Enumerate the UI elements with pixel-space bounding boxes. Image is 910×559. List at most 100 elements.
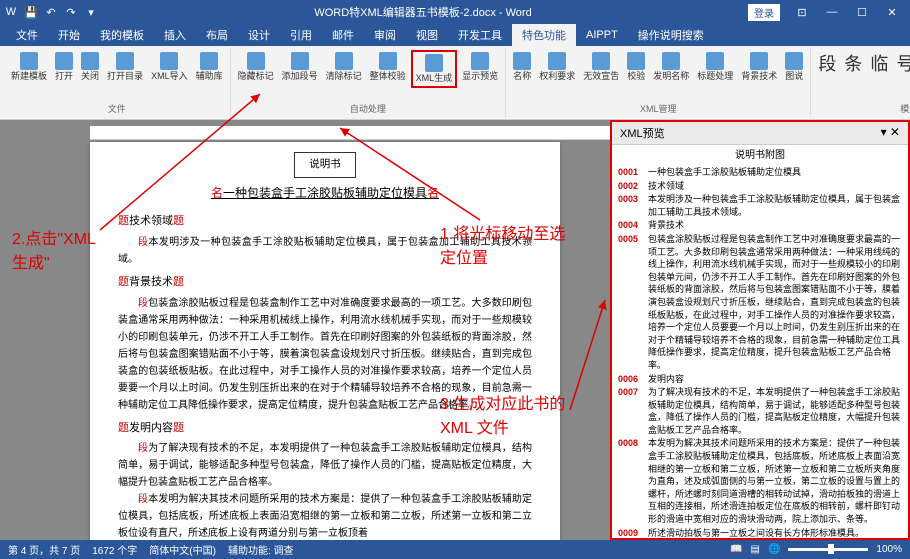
tab-6[interactable]: 引用 [280,24,322,46]
xml-line-num: 0005 [618,233,648,372]
status-words[interactable]: 1672 个字 [92,542,137,557]
xml-line-text: 为了解决现有技术的不足，本发明提供了一种包装盒手工涂胶贴板辅助定位模具，结构简单… [648,386,902,436]
section-heading: 题技术领域题 [118,211,532,232]
ribbon-char[interactable]: 号 [893,50,910,76]
section-heading: 题发明内容题 [118,418,532,439]
view-web-icon[interactable]: 🌐 [768,544,780,555]
ribbon-btn-1-5[interactable]: 显示预览 [459,50,501,84]
ribbon-btn-2-4[interactable]: 发明名称 [650,50,692,84]
ribbon-btn-2-2[interactable]: 无效宣告 [580,50,622,84]
paragraph: 段为了解决现有技术的不足，本发明提供了一种包装盒手工涂胶贴板辅助定位模具，结构简… [118,440,532,491]
ribbon-btn-2-5[interactable]: 标题处理 [694,50,736,84]
xml-doc-title: 说明书附图 [618,149,902,163]
xml-line-text: 包装盒涂胶贴板过程是包装盒制作工艺中对准确度要求最高的一项工艺。大多数印刷包装盒… [648,233,902,372]
ribbon-btn-0-2[interactable]: 关闭 [78,50,102,84]
status-lang[interactable]: 简体中文(中国) [149,542,216,557]
tab-8[interactable]: 审阅 [364,24,406,46]
ribbon-char[interactable]: 临 [867,50,891,76]
ribbon-options-icon[interactable]: ⊡ [788,2,816,22]
document-page[interactable]: 说明书 名一种包装盒手工涂胶贴板辅助定位模具名 题技术领域题段本发明涉及一种包装… [90,142,560,540]
ribbon-group-label: 文件 [8,102,226,115]
xml-line: 0005包装盒涂胶贴板过程是包装盒制作工艺中对准确度要求最高的一项工艺。大多数印… [618,233,902,372]
xml-line-text: 技术领域 [648,180,902,193]
tab-11[interactable]: 特色功能 [512,24,576,46]
tab-2[interactable]: 我的模板 [90,24,154,46]
ribbon-btn-1-1[interactable]: 添加段号 [279,50,321,84]
ribbon-char[interactable]: 段 [815,50,839,76]
ribbon-btn-label: 权利要求 [539,72,575,82]
zoom-slider[interactable] [788,548,868,551]
doc-title-box: 说明书 [294,152,356,178]
login-button[interactable]: 登录 [748,4,780,21]
close-icon[interactable]: ✕ [878,2,906,22]
xml-line-num: 0006 [618,373,648,386]
status-page[interactable]: 第 4 页，共 7 页 [8,542,80,557]
tab-4[interactable]: 布局 [196,24,238,46]
ribbon-btn-0-0[interactable]: 新建模板 [8,50,50,84]
view-read-icon[interactable]: 📖 [730,544,742,555]
xml-line: 0006发明内容 [618,373,902,386]
xml-line: 0004背景技术 [618,219,902,232]
xml-line-num: 0002 [618,180,648,193]
tab-5[interactable]: 设计 [238,24,280,46]
maximize-icon[interactable]: ☐ [848,2,876,22]
xml-line: 0009所述滑动拍板与第一立板之间设有长方体形标准模具。 [618,527,902,538]
undo-icon[interactable]: ↶ [44,5,58,19]
xml-panel-close-icon[interactable]: ▾ ✕ [881,125,900,141]
ribbon-btn-label: 整体校验 [370,72,406,82]
ribbon-icon [471,52,489,70]
tab-13[interactable]: 操作说明搜索 [628,24,714,46]
ribbon-btn-1-4[interactable]: XML生成 [411,50,458,88]
qat-more-icon[interactable]: ▾ [84,5,98,19]
ribbon-btn-0-4[interactable]: XML导入 [148,50,191,84]
tab-10[interactable]: 开发工具 [448,24,512,46]
xml-line-num: 0003 [618,193,648,218]
document-area[interactable]: 说明书 名一种包装盒手工涂胶贴板辅助定位模具名 题技术领域题段本发明涉及一种包装… [0,120,610,540]
word-icon: W [4,5,18,19]
titlebar: W 💾 ↶ ↷ ▾ WORD特XML编辑器五书模板-2.docx - Word … [0,0,910,24]
ribbon-btn-0-3[interactable]: 打开目录 [104,50,146,84]
ribbon-btn-label: 无效宣告 [583,72,619,82]
paragraph: 段本发明涉及一种包装盒手工涂胶贴板辅助定位模具，属于包装盒加工辅助工具技术领域。 [118,234,532,268]
ribbon-btn-2-1[interactable]: 权利要求 [536,50,578,84]
window-controls: ⊡ — ☐ ✕ [788,2,906,22]
xml-line-num: 0008 [618,437,648,525]
save-icon[interactable]: 💾 [24,5,38,19]
xml-line-num: 0007 [618,386,648,436]
tab-12[interactable]: AIPPT [576,26,628,44]
tab-3[interactable]: 插入 [154,24,196,46]
redo-icon[interactable]: ↷ [64,5,78,19]
xml-line: 0001一种包装盒手工涂胶贴板辅助定位模具 [618,166,902,179]
xml-line-num: 0001 [618,166,648,179]
section-heading: 题背景技术题 [118,272,532,293]
ribbon-btn-label: 校验 [627,72,645,82]
ruler[interactable] [90,126,610,140]
tab-9[interactable]: 视图 [406,24,448,46]
xml-line: 0003本发明涉及一种包装盒手工涂胶贴板辅助定位模具，属于包装盒加工辅助工具技术… [618,193,902,218]
status-assist[interactable]: 辅助功能: 调查 [228,542,294,557]
ribbon-group-label: XML管理 [510,102,806,115]
xml-line-num: 0009 [618,527,648,538]
zoom-level[interactable]: 100% [876,544,902,555]
xml-content[interactable]: 说明书附图 0001一种包装盒手工涂胶贴板辅助定位模具0002技术领域0003本… [612,145,908,538]
ribbon-btn-2-6[interactable]: 背景技术 [738,50,780,84]
minimize-icon[interactable]: — [818,2,846,22]
view-print-icon[interactable]: ▤ [751,544,760,555]
ribbon-btn-0-1[interactable]: 打开 [52,50,76,84]
ribbon-btn-1-2[interactable]: 清除标记 [323,50,365,84]
ribbon-btn-2-7[interactable]: 图说 [782,50,806,84]
ribbon-btn-1-0[interactable]: 隐藏标记 [235,50,277,84]
tab-0[interactable]: 文件 [6,24,48,46]
xml-panel-header: XML预览 ▾ ✕ [612,122,908,145]
ribbon-btn-1-3[interactable]: 整体校验 [367,50,409,84]
ribbon-btn-2-0[interactable]: 名称 [510,50,534,84]
ribbon-icon [116,52,134,70]
statusbar: 第 4 页，共 7 页 1672 个字 简体中文(中国) 辅助功能: 调查 📖 … [0,540,910,559]
tab-7[interactable]: 邮件 [322,24,364,46]
ribbon-btn-0-5[interactable]: 辅助库 [193,50,226,84]
tab-1[interactable]: 开始 [48,24,90,46]
ribbon-btn-2-3[interactable]: 校验 [624,50,648,84]
ribbon-btn-label: XML导入 [151,72,188,82]
ribbon-char[interactable]: 条 [841,50,865,76]
ribbon-icon [55,52,73,70]
